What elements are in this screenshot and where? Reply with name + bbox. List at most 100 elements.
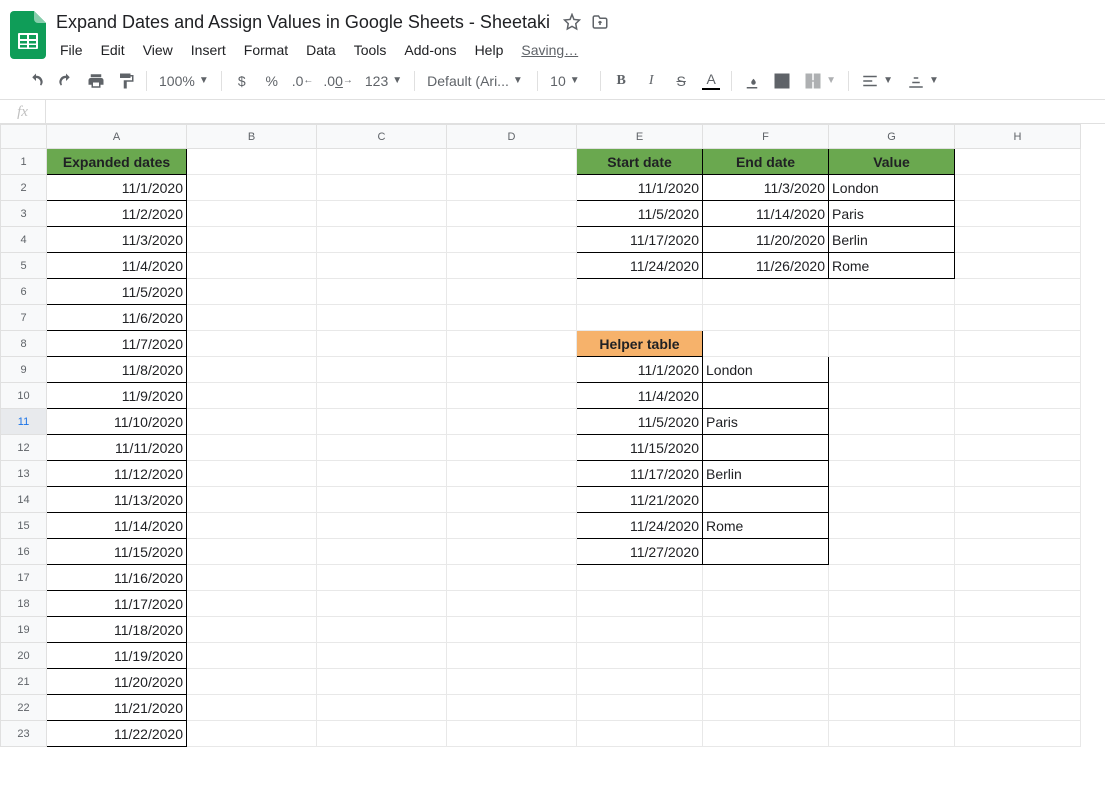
vertical-align-dropdown[interactable]: ▼ xyxy=(901,69,945,93)
star-icon[interactable] xyxy=(562,12,582,32)
cell-D5[interactable] xyxy=(447,253,577,279)
menu-file[interactable]: File xyxy=(52,38,91,62)
cell-H9[interactable] xyxy=(955,357,1081,383)
cell-B19[interactable] xyxy=(187,617,317,643)
row-header-2[interactable]: 2 xyxy=(1,175,47,201)
borders-button[interactable] xyxy=(768,67,796,95)
cell-F15[interactable]: Rome xyxy=(703,513,829,539)
cell-B21[interactable] xyxy=(187,669,317,695)
merge-cells-dropdown[interactable]: ▼ xyxy=(798,69,842,93)
cell-E4[interactable]: 11/17/2020 xyxy=(577,227,703,253)
cell-D12[interactable] xyxy=(447,435,577,461)
row-header-4[interactable]: 4 xyxy=(1,227,47,253)
cell-D15[interactable] xyxy=(447,513,577,539)
cell-F11[interactable]: Paris xyxy=(703,409,829,435)
cell-C4[interactable] xyxy=(317,227,447,253)
menu-edit[interactable]: Edit xyxy=(93,38,133,62)
cell-C18[interactable] xyxy=(317,591,447,617)
cell-C13[interactable] xyxy=(317,461,447,487)
cell-E14[interactable]: 11/21/2020 xyxy=(577,487,703,513)
cell-B20[interactable] xyxy=(187,643,317,669)
cell-C6[interactable] xyxy=(317,279,447,305)
currency-button[interactable]: $ xyxy=(228,67,256,95)
cell-C8[interactable] xyxy=(317,331,447,357)
menu-insert[interactable]: Insert xyxy=(183,38,234,62)
cell-C20[interactable] xyxy=(317,643,447,669)
cell-H2[interactable] xyxy=(955,175,1081,201)
cell-C2[interactable] xyxy=(317,175,447,201)
print-button[interactable] xyxy=(82,67,110,95)
cell-B11[interactable] xyxy=(187,409,317,435)
cell-F21[interactable] xyxy=(703,669,829,695)
cell-A12[interactable]: 11/11/2020 xyxy=(47,435,187,461)
menu-help[interactable]: Help xyxy=(467,38,512,62)
cell-G18[interactable] xyxy=(829,591,955,617)
cell-A11[interactable]: 11/10/2020 xyxy=(47,409,187,435)
cell-G22[interactable] xyxy=(829,695,955,721)
row-header-1[interactable]: 1 xyxy=(1,149,47,175)
cell-D20[interactable] xyxy=(447,643,577,669)
cell-D22[interactable] xyxy=(447,695,577,721)
cell-D23[interactable] xyxy=(447,721,577,747)
row-header-19[interactable]: 19 xyxy=(1,617,47,643)
cell-D8[interactable] xyxy=(447,331,577,357)
font-size-dropdown[interactable]: 10▼ xyxy=(544,69,594,93)
cell-G9[interactable] xyxy=(829,357,955,383)
cell-A7[interactable]: 11/6/2020 xyxy=(47,305,187,331)
cell-C5[interactable] xyxy=(317,253,447,279)
row-header-7[interactable]: 7 xyxy=(1,305,47,331)
cell-B4[interactable] xyxy=(187,227,317,253)
cell-G3[interactable]: Paris xyxy=(829,201,955,227)
cell-H16[interactable] xyxy=(955,539,1081,565)
cell-C9[interactable] xyxy=(317,357,447,383)
cell-G2[interactable]: London xyxy=(829,175,955,201)
row-header-22[interactable]: 22 xyxy=(1,695,47,721)
cell-H6[interactable] xyxy=(955,279,1081,305)
cell-B12[interactable] xyxy=(187,435,317,461)
cell-F13[interactable]: Berlin xyxy=(703,461,829,487)
cell-C21[interactable] xyxy=(317,669,447,695)
cell-F10[interactable] xyxy=(703,383,829,409)
cell-F12[interactable] xyxy=(703,435,829,461)
cell-F7[interactable] xyxy=(703,305,829,331)
cell-B3[interactable] xyxy=(187,201,317,227)
cell-H14[interactable] xyxy=(955,487,1081,513)
cell-G23[interactable] xyxy=(829,721,955,747)
row-header-10[interactable]: 10 xyxy=(1,383,47,409)
cell-B23[interactable] xyxy=(187,721,317,747)
row-header-21[interactable]: 21 xyxy=(1,669,47,695)
cell-F4[interactable]: 11/20/2020 xyxy=(703,227,829,253)
cell-B17[interactable] xyxy=(187,565,317,591)
cell-E16[interactable]: 11/27/2020 xyxy=(577,539,703,565)
font-dropdown[interactable]: Default (Ari...▼ xyxy=(421,69,531,93)
row-header-15[interactable]: 15 xyxy=(1,513,47,539)
col-header-C[interactable]: C xyxy=(317,125,447,149)
cell-B22[interactable] xyxy=(187,695,317,721)
cell-A1[interactable]: Expanded dates xyxy=(47,149,187,175)
cell-D7[interactable] xyxy=(447,305,577,331)
cell-B18[interactable] xyxy=(187,591,317,617)
cell-C12[interactable] xyxy=(317,435,447,461)
cell-H10[interactable] xyxy=(955,383,1081,409)
cell-B14[interactable] xyxy=(187,487,317,513)
text-color-button[interactable]: A xyxy=(697,67,725,95)
cell-E6[interactable] xyxy=(577,279,703,305)
cell-E8[interactable]: Helper table xyxy=(577,331,703,357)
cell-C23[interactable] xyxy=(317,721,447,747)
cell-C22[interactable] xyxy=(317,695,447,721)
cell-A23[interactable]: 11/22/2020 xyxy=(47,721,187,747)
cell-B16[interactable] xyxy=(187,539,317,565)
cell-A8[interactable]: 11/7/2020 xyxy=(47,331,187,357)
cell-G17[interactable] xyxy=(829,565,955,591)
cell-H4[interactable] xyxy=(955,227,1081,253)
row-header-3[interactable]: 3 xyxy=(1,201,47,227)
cell-G1[interactable]: Value xyxy=(829,149,955,175)
row-header-16[interactable]: 16 xyxy=(1,539,47,565)
cell-E10[interactable]: 11/4/2020 xyxy=(577,383,703,409)
cell-H11[interactable] xyxy=(955,409,1081,435)
redo-button[interactable] xyxy=(52,67,80,95)
cell-D1[interactable] xyxy=(447,149,577,175)
col-header-G[interactable]: G xyxy=(829,125,955,149)
move-folder-icon[interactable] xyxy=(590,12,610,32)
increase-decimal-button[interactable]: .00→ xyxy=(319,67,356,95)
